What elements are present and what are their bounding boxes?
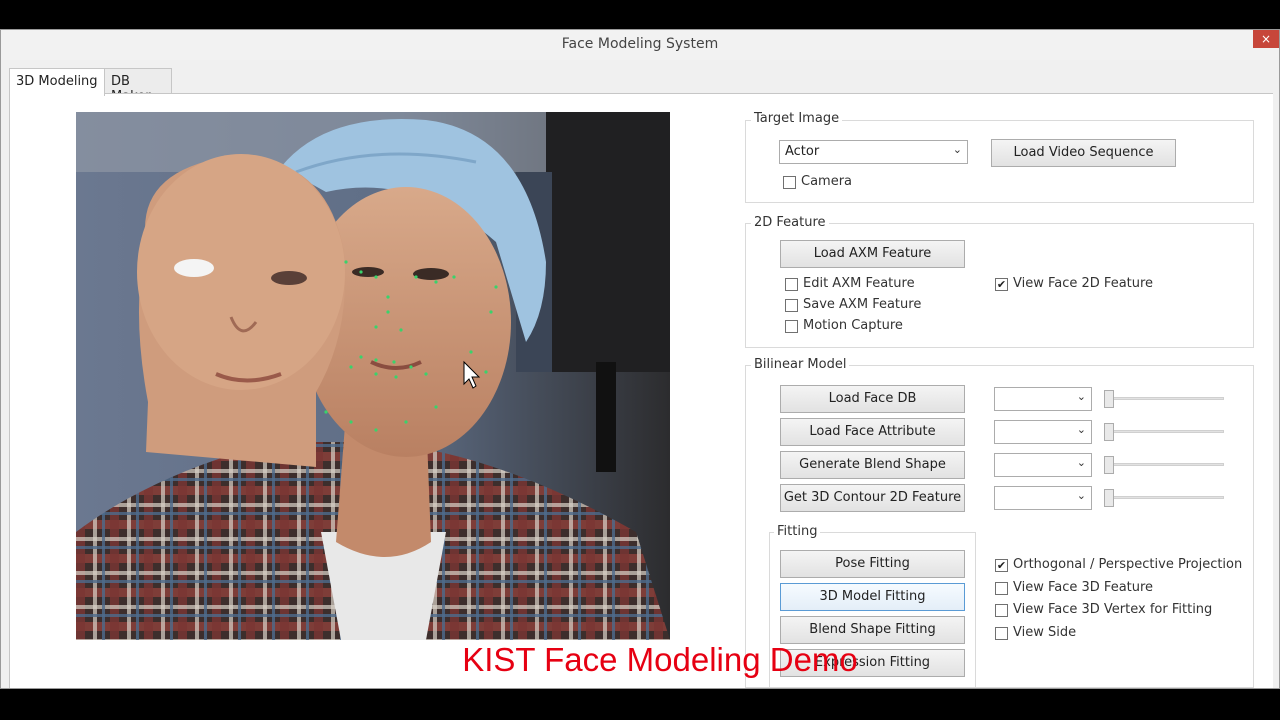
title-bar: Face Modeling System × [1,30,1279,60]
bilinear-model-label: Bilinear Model [751,357,850,372]
blend-shape-slider[interactable] [1104,456,1224,474]
chevron-down-icon: ⌄ [1076,456,1086,469]
tab-db-maker[interactable]: DB Maker [104,68,172,104]
checkbox-box [995,582,1008,595]
chevron-down-icon: ⌄ [1076,489,1086,502]
slider-track [1104,496,1224,499]
get-3d-contour-2d-feature-button[interactable]: Get 3D Contour 2D Feature [780,484,965,512]
checkmark-icon: ✔ [995,559,1008,572]
fitting-label: Fitting [774,524,821,539]
app-window: Face Modeling System × 3D Modeling DB Ma… [0,29,1280,689]
checkbox-box [785,320,798,333]
contour-select[interactable]: ⌄ [994,486,1092,510]
load-face-db-button[interactable]: Load Face DB [780,385,965,413]
slider-track [1104,397,1224,400]
target-image-label: Target Image [751,111,843,126]
view-face-2d-feature-label: View Face 2D Feature [1013,276,1154,291]
close-icon[interactable]: × [1253,30,1279,48]
face-db-select[interactable]: ⌄ [994,387,1092,411]
face-attribute-select[interactable]: ⌄ [994,420,1092,444]
view-face-3d-feature-label: View Face 3D Feature [1013,580,1154,595]
generate-blend-shape-button[interactable]: Generate Blend Shape [780,451,965,479]
chevron-down-icon: ⌄ [1076,390,1086,403]
checkbox-box [783,176,796,189]
orthogonal-perspective-label: Orthogonal / Perspective Projection [1013,557,1243,572]
face-attribute-slider[interactable] [1104,423,1224,441]
slider-track [1104,463,1224,466]
checkbox-box [995,604,1008,617]
checkmark-icon: ✔ [995,278,1008,291]
slider-thumb[interactable] [1104,390,1114,408]
chevron-down-icon: ⌄ [952,143,962,156]
blend-shape-fitting-button[interactable]: Blend Shape Fitting [780,616,965,644]
load-face-attribute-button[interactable]: Load Face Attribute [780,418,965,446]
feature-2d-label: 2D Feature [751,215,829,230]
slider-thumb[interactable] [1104,489,1114,507]
blend-shape-select[interactable]: ⌄ [994,453,1092,477]
3d-model-fitting-button[interactable]: 3D Model Fitting [780,583,965,611]
motion-capture-label: Motion Capture [803,318,903,333]
slider-thumb[interactable] [1104,423,1114,441]
chevron-down-icon: ⌄ [1076,423,1086,436]
video-frame-image [76,112,670,640]
source-select-value: Actor [785,144,820,159]
window-title: Face Modeling System [561,36,719,52]
save-axm-feature-label: Save AXM Feature [803,297,922,312]
load-video-sequence-button[interactable]: Load Video Sequence [991,139,1176,167]
checkbox-box [785,299,798,312]
contour-slider[interactable] [1104,489,1224,507]
checkbox-box [785,278,798,291]
slider-thumb[interactable] [1104,456,1114,474]
demo-caption: KIST Face Modeling Demo [462,641,858,678]
face-db-slider[interactable] [1104,390,1224,408]
edit-axm-feature-label: Edit AXM Feature [803,276,915,291]
video-viewport[interactable] [76,112,670,640]
pose-fitting-button[interactable]: Pose Fitting [780,550,965,578]
tab-3d-modeling[interactable]: 3D Modeling [9,68,105,96]
checkbox-box [995,627,1008,640]
view-face-3d-vertex-label: View Face 3D Vertex for Fitting [1013,602,1213,617]
load-axm-feature-button[interactable]: Load AXM Feature [780,240,965,268]
source-select[interactable]: Actor ⌄ [779,140,968,164]
slider-track [1104,430,1224,433]
camera-checkbox-label: Camera [801,174,853,189]
view-side-label: View Side [1013,625,1077,640]
